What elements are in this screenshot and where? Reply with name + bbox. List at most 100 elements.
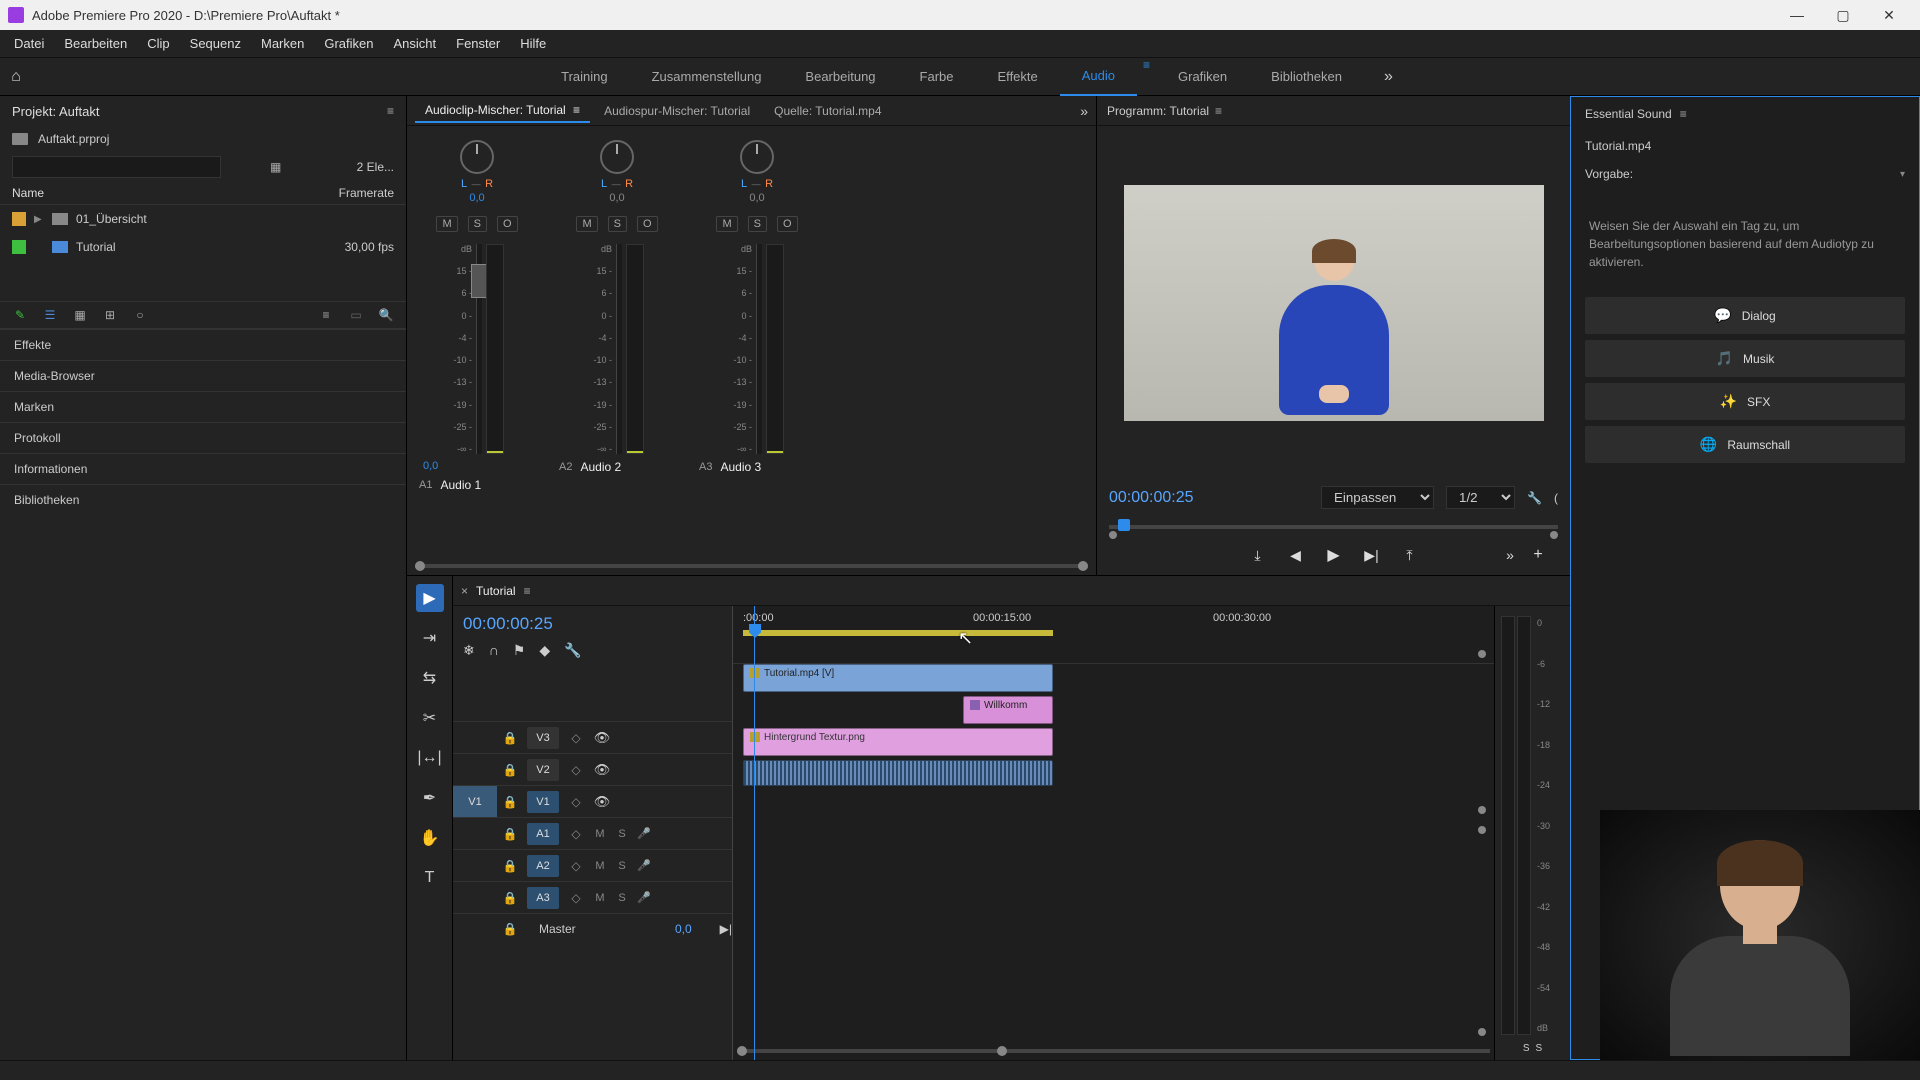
timeline-tracks-area[interactable]: :00:0000:00:15:0000:00:30:00 Tutorial.mp…	[733, 606, 1494, 1060]
subpanel-marken[interactable]: Marken	[0, 391, 406, 422]
record-button[interactable]: O	[777, 216, 798, 232]
vscroll-dot-bot[interactable]	[1478, 1028, 1486, 1036]
lock-icon[interactable]: 🔒	[497, 891, 523, 905]
chevron-down-icon[interactable]: ▾	[1900, 169, 1905, 180]
pan-knob[interactable]	[740, 140, 774, 174]
workspace-grafiken[interactable]: Grafiken	[1156, 58, 1249, 96]
track-select-tool-icon[interactable]: ⇥	[416, 624, 444, 652]
wrench-icon[interactable]: 🔧	[564, 642, 581, 659]
track-id-badge[interactable]: A1	[527, 823, 559, 845]
timeline-ruler[interactable]: :00:0000:00:15:0000:00:30:00	[733, 606, 1494, 664]
slip-tool-icon[interactable]: |↔|	[416, 744, 444, 772]
menu-sequenz[interactable]: Sequenz	[180, 36, 251, 51]
subpanel-media-browser[interactable]: Media-Browser	[0, 360, 406, 391]
voice-record-icon[interactable]: 🎤	[633, 891, 655, 904]
meter-solo-l[interactable]: S	[1523, 1043, 1530, 1054]
pen-tool-icon[interactable]: ✒	[416, 784, 444, 812]
source-patch[interactable]	[453, 850, 497, 881]
pan-knob[interactable]	[460, 140, 494, 174]
sync-lock-icon[interactable]: ◇	[563, 731, 589, 745]
source-patch[interactable]	[453, 754, 497, 785]
track-id-badge[interactable]: A2	[527, 855, 559, 877]
add-button-icon[interactable]: +	[1528, 546, 1548, 564]
source-patch[interactable]	[453, 882, 497, 913]
step-fwd-icon[interactable]: ▶|	[1362, 547, 1382, 564]
home-icon[interactable]: ⌂	[0, 68, 32, 86]
clip-video-1[interactable]: Hintergrund Textur.png	[743, 728, 1053, 756]
razor-tool-icon[interactable]: ✂	[416, 704, 444, 732]
program-scrubber[interactable]	[1109, 517, 1558, 537]
mixer-tab[interactable]: Audiospur-Mischer: Tutorial	[594, 100, 760, 122]
icon-view-icon[interactable]: ▦	[72, 308, 88, 322]
solo-button[interactable]: S	[611, 892, 633, 904]
transport-overflow-icon[interactable]: »	[1500, 547, 1520, 563]
panel-menu-icon[interactable]: ≡	[1680, 107, 1687, 121]
menu-fenster[interactable]: Fenster	[446, 36, 510, 51]
solo-button[interactable]: S	[608, 216, 627, 232]
channel-name[interactable]: Audio 1	[440, 478, 539, 492]
settings-icon[interactable]: 🔧	[1527, 491, 1542, 505]
expand-arrow-icon[interactable]: ▶	[34, 214, 44, 225]
mixer-tab[interactable]: Audioclip-Mischer: Tutorial ≡	[415, 99, 590, 123]
panel-menu-icon[interactable]: ≡	[1215, 104, 1222, 118]
meter-solo-r[interactable]: S	[1536, 1043, 1543, 1054]
close-button[interactable]: ✕	[1866, 0, 1912, 30]
mute-button[interactable]: M	[436, 216, 457, 232]
menu-ansicht[interactable]: Ansicht	[383, 36, 446, 51]
sync-lock-icon[interactable]: ◇	[563, 859, 589, 873]
es-type-dialog[interactable]: 💬Dialog	[1585, 297, 1905, 334]
pan-knob[interactable]	[600, 140, 634, 174]
track-id-badge[interactable]: V1	[527, 791, 559, 813]
sync-lock-icon[interactable]: ◇	[563, 763, 589, 777]
sort-icon[interactable]: ≡	[318, 308, 334, 322]
source-patch[interactable]: V1	[453, 786, 497, 817]
clip-video-2[interactable]: Willkomm	[963, 696, 1053, 724]
menu-bearbeiten[interactable]: Bearbeiten	[54, 36, 137, 51]
pan-value[interactable]: 0,0	[749, 192, 764, 204]
lock-icon[interactable]: 🔒	[497, 795, 523, 809]
solo-button[interactable]: S	[468, 216, 487, 232]
subpanel-informationen[interactable]: Informationen	[0, 453, 406, 484]
col-name-header[interactable]: Name	[12, 186, 304, 200]
channel-name[interactable]: Audio 2	[580, 460, 679, 474]
out-timecode[interactable]: (	[1554, 491, 1558, 505]
vscroll-dot-mid[interactable]	[1478, 806, 1486, 814]
channel-name[interactable]: Audio 3	[720, 460, 819, 474]
marker-icon[interactable]: ⚑	[513, 642, 526, 659]
lock-icon[interactable]: 🔒	[497, 859, 523, 873]
eye-icon[interactable]: 👁	[589, 762, 615, 778]
solo-button[interactable]: S	[611, 828, 633, 840]
lock-icon[interactable]: 🔒	[497, 763, 523, 777]
workspace-training[interactable]: Training	[539, 58, 629, 96]
record-button[interactable]: O	[637, 216, 658, 232]
fader-track[interactable]	[476, 244, 482, 454]
record-button[interactable]: O	[497, 216, 518, 232]
step-back-icon[interactable]: ◀	[1286, 547, 1306, 564]
mixer-hscroll[interactable]	[407, 561, 1096, 575]
sync-lock-icon[interactable]: ◇	[563, 891, 589, 905]
project-item[interactable]: Tutorial 30,00 fps	[0, 233, 406, 261]
master-value[interactable]: 0,0	[675, 922, 712, 936]
workspace-farbe[interactable]: Farbe	[898, 58, 976, 96]
track-id-badge[interactable]: A3	[527, 887, 559, 909]
work-area-bar[interactable]	[743, 630, 1053, 636]
mute-button[interactable]: M	[589, 860, 611, 872]
freeform-view-icon[interactable]: ⊞	[102, 308, 118, 322]
workspace-bibliotheken[interactable]: Bibliotheken	[1249, 58, 1364, 96]
es-type-raumschall[interactable]: 🌐Raumschall	[1585, 426, 1905, 463]
linked-sel-icon[interactable]: ∩	[489, 642, 499, 659]
workspace-bearbeitung[interactable]: Bearbeitung	[783, 58, 897, 96]
project-search-input[interactable]	[12, 156, 221, 178]
menu-hilfe[interactable]: Hilfe	[510, 36, 556, 51]
snap-icon[interactable]: ❄	[463, 642, 475, 659]
vscroll-dot-mid2[interactable]	[1478, 826, 1486, 834]
zoom-dot-icon[interactable]: ○	[132, 308, 148, 322]
lock-icon[interactable]: 🔒	[497, 731, 523, 745]
program-tab[interactable]: Programm: Tutorial	[1107, 104, 1209, 118]
sync-lock-icon[interactable]: ◇	[563, 827, 589, 841]
subpanel-bibliotheken[interactable]: Bibliotheken	[0, 484, 406, 515]
es-type-musik[interactable]: 🎵Musik	[1585, 340, 1905, 377]
menu-grafiken[interactable]: Grafiken	[314, 36, 383, 51]
mark-out-icon[interactable]: ⤒	[1400, 547, 1420, 564]
clip-audio-1[interactable]	[743, 760, 1053, 786]
